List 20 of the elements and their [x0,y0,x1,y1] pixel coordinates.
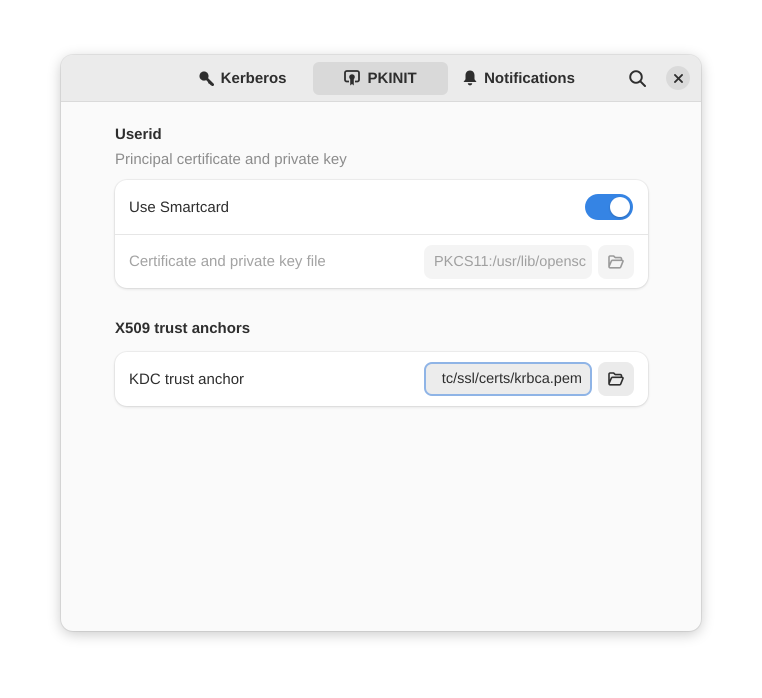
close-button[interactable] [666,66,690,90]
folder-icon [608,372,624,386]
key-icon [198,70,214,86]
section-title: Userid [115,125,163,145]
close-icon [674,74,682,82]
row-label: KDC trust anchor [129,370,244,388]
kerberos-tab[interactable]: Kerberos [175,62,310,94]
bell-icon [463,70,478,86]
certificate-icon [344,70,360,86]
search-icon [628,70,646,86]
browse-button[interactable] [598,362,634,396]
row-label: Certificate and private key file [129,253,326,270]
section-subtitle: Principal certificate and private key [115,150,348,170]
file-path-field[interactable]: tc/ssl/certs/krbca.pem [424,362,592,396]
row-label: Use Smartcard [129,198,230,216]
pkinit-tab[interactable]: PKINIT [313,62,448,94]
smartcard-switch[interactable] [585,194,633,220]
notifications-tab[interactable]: Notifications [451,62,587,94]
section-title: X509 trust anchors [115,319,252,339]
folder-icon [608,254,624,268]
